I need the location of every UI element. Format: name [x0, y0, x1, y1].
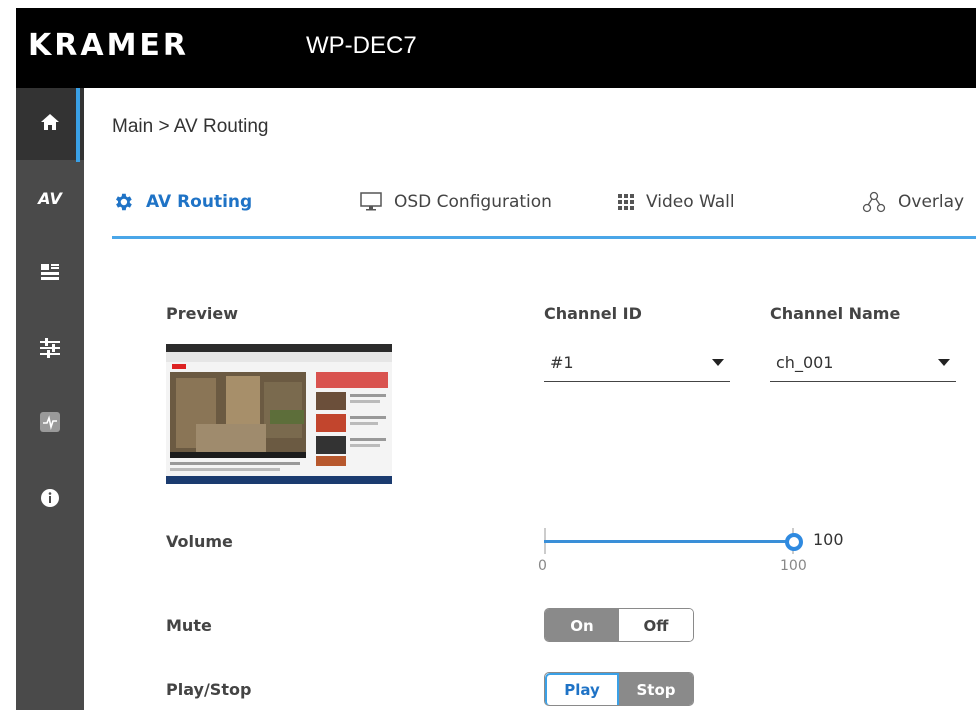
- slider-thumb[interactable]: [785, 533, 803, 551]
- product-name: WP-DEC7: [306, 32, 417, 59]
- tab-label: AV Routing: [146, 192, 253, 212]
- channel-id-select[interactable]: #1: [544, 344, 730, 382]
- home-icon: [40, 113, 60, 135]
- tab-overlay[interactable]: Overlay: [862, 182, 964, 222]
- brand-logo: KRAMER: [28, 28, 190, 63]
- gear-icon: [112, 191, 134, 213]
- slider-fill: [544, 540, 794, 543]
- grid-icon: [618, 194, 634, 210]
- play-button[interactable]: Play: [545, 673, 619, 705]
- tab-label: Overlay: [898, 192, 965, 212]
- sidebar-active-indicator: [76, 88, 80, 162]
- tab-label: OSD Configuration: [394, 192, 552, 212]
- settings-panel-icon: [40, 262, 60, 286]
- channel-id-label: Channel ID: [544, 304, 642, 323]
- tab-underline: [112, 236, 976, 239]
- channel-name-select[interactable]: ch_001: [770, 344, 956, 382]
- volume-min-label: 0: [538, 558, 547, 574]
- preview-label: Preview: [166, 304, 239, 323]
- tab-bar: AV Routing OSD Configuration Video Wall: [112, 182, 976, 238]
- sidebar-item-home[interactable]: [16, 88, 84, 160]
- volume-label: Volume: [166, 532, 233, 551]
- av-icon: AV: [38, 188, 62, 208]
- channel-name-label: Channel Name: [770, 304, 901, 323]
- volume-max-label: 100: [780, 558, 807, 574]
- info-icon: [40, 488, 60, 512]
- breadcrumb: Main > AV Routing: [112, 116, 269, 137]
- channel-name-value: ch_001: [776, 353, 834, 372]
- mute-label: Mute: [166, 616, 212, 635]
- app-window: KRAMER WP-DEC7 AV Main > AV Routing AV R…: [0, 0, 976, 710]
- sidebar-item-controls[interactable]: [16, 314, 84, 386]
- sidebar: AV: [16, 88, 84, 710]
- sidebar-item-av[interactable]: AV: [16, 162, 84, 234]
- overlay-icon: [862, 191, 886, 213]
- diagnostics-icon: [40, 412, 60, 436]
- play-stop-label: Play/Stop: [166, 680, 252, 699]
- tab-video-wall[interactable]: Video Wall: [618, 182, 735, 222]
- tab-av-routing[interactable]: AV Routing: [112, 182, 252, 222]
- sidebar-item-diagnostics[interactable]: [16, 388, 84, 460]
- channel-id-value: #1: [550, 353, 574, 372]
- sliders-icon: [39, 337, 61, 363]
- mute-on-button[interactable]: On: [545, 609, 619, 641]
- sidebar-item-settings[interactable]: [16, 238, 84, 310]
- mute-toggle[interactable]: On Off: [544, 608, 694, 642]
- play-stop-toggle[interactable]: Play Stop: [544, 672, 694, 706]
- tab-osd-configuration[interactable]: OSD Configuration: [360, 182, 552, 222]
- preview-image: [166, 344, 392, 484]
- volume-slider[interactable]: [544, 528, 804, 554]
- monitor-icon: [360, 192, 382, 212]
- caret-down-icon: [712, 359, 724, 366]
- header-bar: KRAMER WP-DEC7: [16, 8, 976, 88]
- caret-down-icon: [938, 359, 950, 366]
- volume-value: 100: [813, 530, 844, 549]
- stop-button[interactable]: Stop: [619, 673, 693, 705]
- tab-label: Video Wall: [646, 192, 735, 212]
- sidebar-item-info[interactable]: [16, 464, 84, 536]
- mute-off-button[interactable]: Off: [619, 609, 693, 641]
